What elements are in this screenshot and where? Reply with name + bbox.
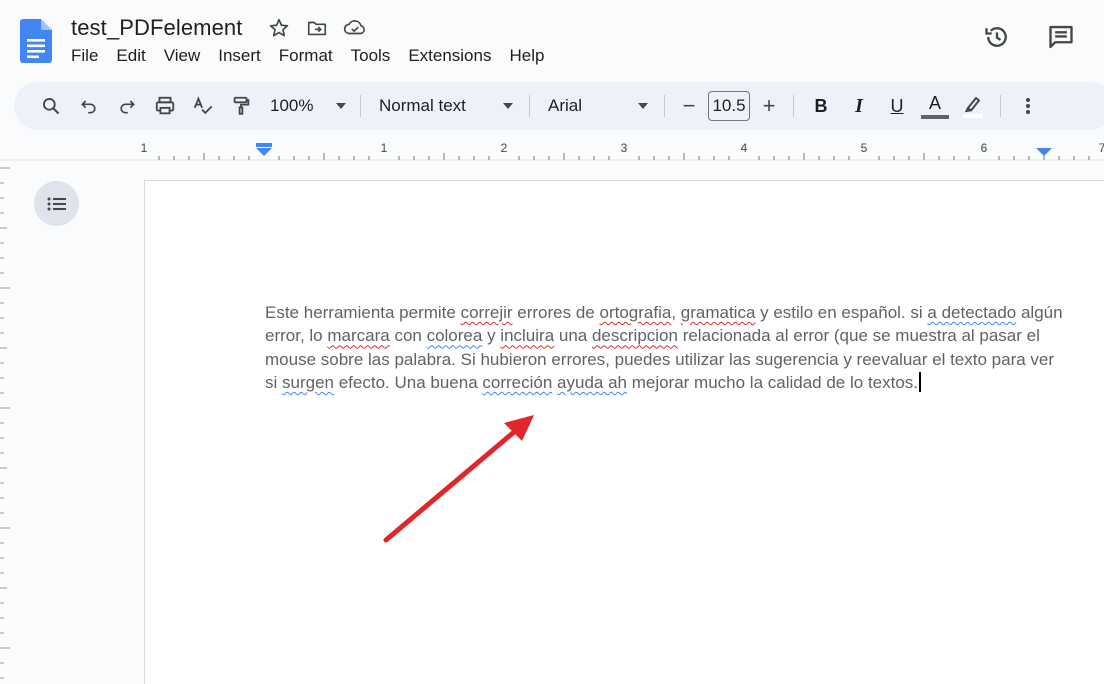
chevron-down-icon bbox=[638, 103, 648, 109]
menu-tools[interactable]: Tools bbox=[342, 44, 400, 68]
toolbar: 100% Normal text Arial − 10.5 + B I U A bbox=[14, 82, 1104, 130]
spelling-error[interactable]: marcara bbox=[327, 326, 389, 345]
font-family-value: Arial bbox=[548, 96, 583, 115]
menu-edit[interactable]: Edit bbox=[107, 44, 154, 68]
spelling-error[interactable]: gramatica bbox=[681, 303, 756, 322]
text-run: con bbox=[389, 326, 427, 346]
ruler-label: 2 bbox=[501, 141, 508, 155]
toolbar-divider bbox=[529, 95, 530, 117]
print-icon[interactable] bbox=[146, 90, 184, 122]
ruler-label: 5 bbox=[861, 141, 868, 155]
zoom-value: 100% bbox=[270, 96, 314, 115]
paragraph-style-select[interactable]: Normal text bbox=[369, 90, 521, 122]
spellcheck-icon[interactable] bbox=[184, 90, 222, 122]
redo-icon[interactable] bbox=[108, 90, 146, 122]
grammar-suggestion[interactable]: a detectado bbox=[927, 303, 1016, 322]
google-docs-window: test_PDFelement File Edit View Insert Fo… bbox=[0, 0, 1104, 684]
font-size-input[interactable]: 10.5 bbox=[708, 91, 750, 121]
zoom-select[interactable]: 100% bbox=[260, 90, 352, 122]
spelling-error[interactable]: ortografia bbox=[599, 303, 671, 322]
star-icon[interactable] bbox=[266, 15, 292, 41]
toolbar-divider bbox=[793, 95, 794, 117]
menu-extensions[interactable]: Extensions bbox=[399, 44, 500, 68]
spelling-error[interactable]: incluira bbox=[500, 326, 554, 345]
document-page[interactable]: Este herramienta permite correjir errore… bbox=[144, 180, 1104, 684]
undo-icon[interactable] bbox=[70, 90, 108, 122]
grammar-suggestion[interactable]: colorea bbox=[427, 326, 483, 345]
grammar-suggestion[interactable]: surgen bbox=[282, 373, 334, 392]
horizontal-ruler[interactable]: 1 1 2 3 4 5 6 7 bbox=[0, 138, 1104, 162]
left-indent-marker[interactable] bbox=[256, 143, 272, 156]
underline-button[interactable]: U bbox=[878, 90, 916, 122]
text-run: mejorar mucho la calidad de lo textos. bbox=[626, 372, 919, 392]
document-title[interactable]: test_PDFelement bbox=[71, 15, 242, 41]
ruler-label: 3 bbox=[621, 141, 628, 155]
text-color-swatch bbox=[921, 115, 949, 119]
toolbar-divider bbox=[360, 95, 361, 117]
grammar-suggestion[interactable]: ayuda ah bbox=[557, 373, 627, 392]
document-body-text[interactable]: Este herramienta permite correjir errore… bbox=[265, 301, 1065, 394]
text-run: , bbox=[671, 303, 681, 322]
grammar-suggestion[interactable]: correción bbox=[482, 373, 552, 392]
paragraph-style-value: Normal text bbox=[379, 96, 466, 115]
cloud-saved-icon[interactable] bbox=[342, 15, 368, 41]
version-history-icon[interactable] bbox=[982, 22, 1012, 52]
text-color-button[interactable]: A bbox=[916, 90, 954, 122]
annotation-arrow bbox=[383, 415, 534, 543]
text-run: una bbox=[554, 326, 592, 346]
ruler-label: 4 bbox=[741, 141, 748, 155]
menu-insert[interactable]: Insert bbox=[209, 44, 270, 68]
highlight-color-icon[interactable] bbox=[954, 90, 992, 122]
menu-view[interactable]: View bbox=[155, 44, 210, 68]
text-run: errores de bbox=[512, 303, 600, 322]
ruler-label: 1 bbox=[381, 141, 388, 155]
list-icon bbox=[47, 197, 66, 210]
text-run: y estilo en español. si bbox=[755, 303, 928, 322]
decrease-font-size-button[interactable]: − bbox=[673, 90, 705, 122]
spelling-error[interactable]: descripcion bbox=[592, 326, 678, 345]
docs-logo-icon[interactable] bbox=[20, 19, 52, 63]
text-run: Este herramienta permite bbox=[265, 303, 461, 322]
italic-button[interactable]: I bbox=[840, 90, 878, 122]
toolbar-divider bbox=[1000, 95, 1001, 117]
document-outline-button[interactable] bbox=[34, 181, 79, 226]
text-run: y bbox=[482, 326, 501, 346]
right-indent-marker[interactable] bbox=[1036, 148, 1052, 156]
chevron-down-icon bbox=[336, 103, 346, 109]
ruler-label: 7 bbox=[1099, 141, 1104, 155]
menu-help[interactable]: Help bbox=[500, 44, 553, 68]
text-cursor bbox=[919, 371, 922, 392]
menu-format[interactable]: Format bbox=[270, 44, 342, 68]
bold-button[interactable]: B bbox=[802, 90, 840, 122]
chevron-down-icon bbox=[503, 103, 513, 109]
spelling-error[interactable]: correjir bbox=[461, 303, 513, 322]
text-run: efecto. Una buena bbox=[333, 372, 483, 392]
more-options-icon[interactable] bbox=[1009, 90, 1047, 122]
paint-format-icon[interactable] bbox=[222, 90, 260, 122]
vertical-ruler[interactable] bbox=[0, 162, 14, 684]
ruler-label: 1 bbox=[141, 141, 148, 155]
menu-file[interactable]: File bbox=[62, 44, 107, 68]
menu-bar: File Edit View Insert Format Tools Exten… bbox=[62, 44, 553, 68]
ruler-label: 6 bbox=[981, 141, 988, 155]
move-folder-icon[interactable] bbox=[304, 15, 330, 41]
increase-font-size-button[interactable]: + bbox=[753, 90, 785, 122]
font-family-select[interactable]: Arial bbox=[538, 90, 656, 122]
toolbar-divider bbox=[664, 95, 665, 117]
search-menus-icon[interactable] bbox=[32, 90, 70, 122]
text-color-label: A bbox=[928, 93, 941, 113]
comments-icon[interactable] bbox=[1046, 22, 1076, 52]
